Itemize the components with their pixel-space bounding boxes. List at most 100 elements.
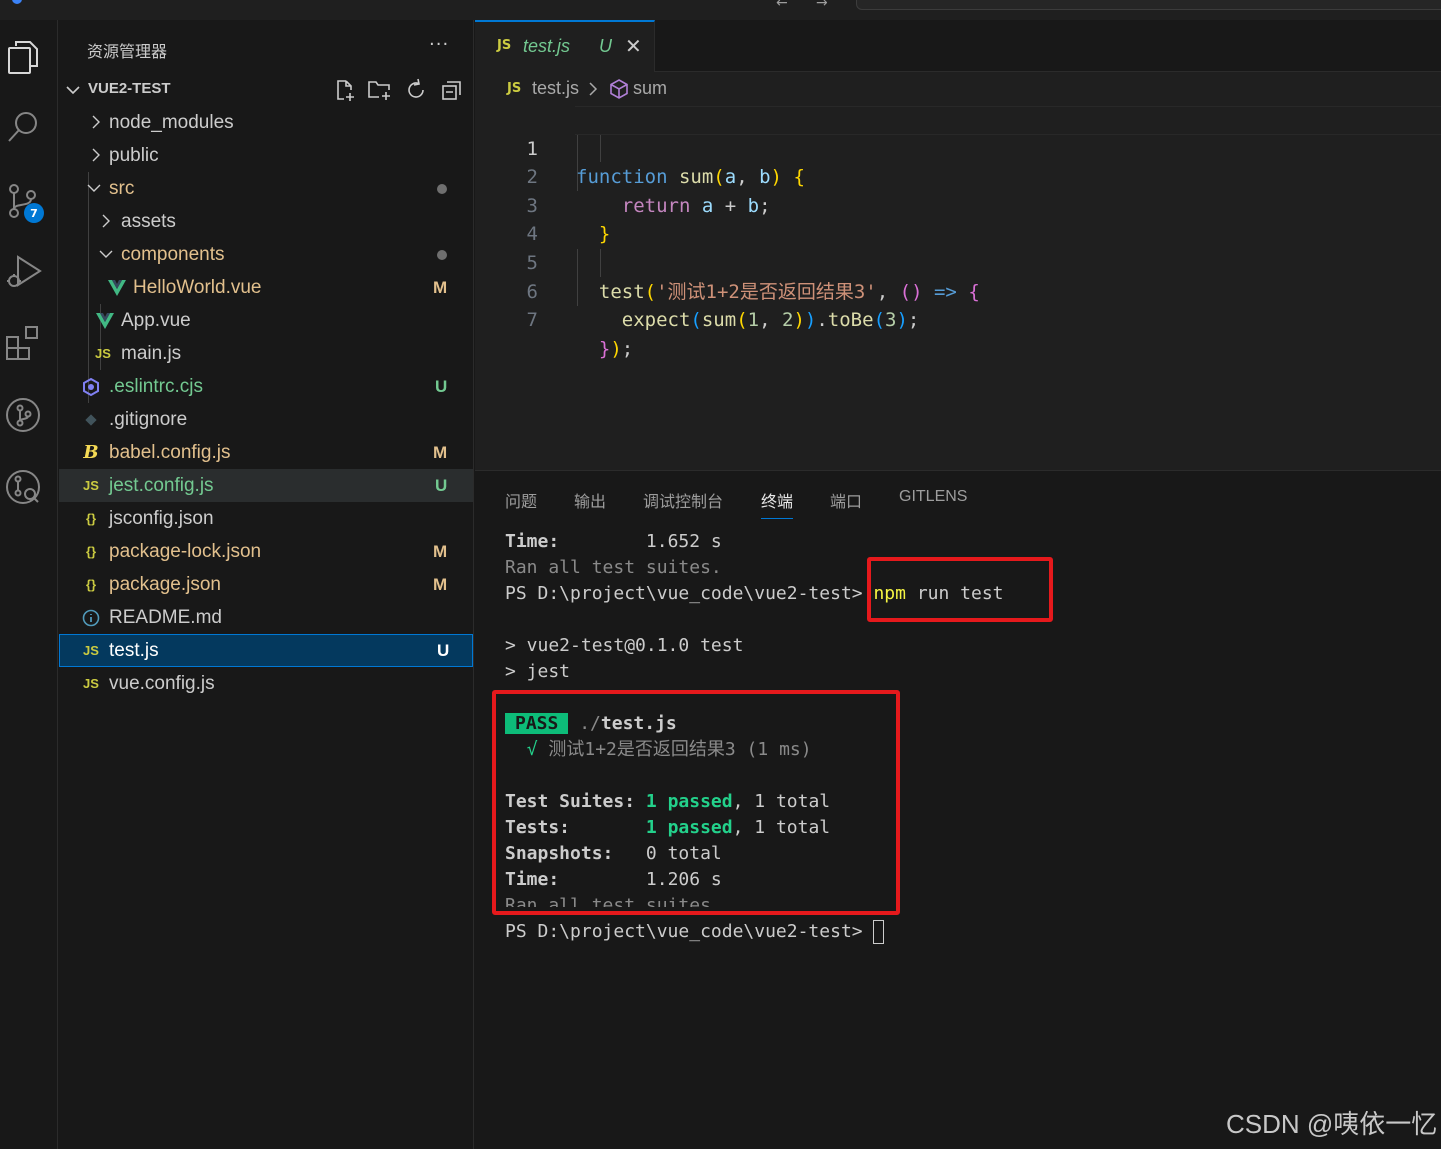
explorer-icon[interactable] — [0, 34, 46, 80]
scm-badge: 7 — [24, 203, 44, 223]
new-file-icon[interactable] — [332, 78, 358, 102]
json-file-icon: {} — [85, 577, 97, 592]
tree-item-jsconfig-json[interactable]: {} jsconfig.json — [59, 502, 473, 535]
tree-item-main-js[interactable]: JS main.js — [59, 337, 473, 370]
git-status-badge: U — [437, 641, 450, 660]
code-editor[interactable]: 1 function sum(a, b) { 2 return a + b; 3… — [475, 106, 1441, 360]
title-bar: ← → — [0, 0, 1441, 20]
tree-item-label: test.js — [109, 640, 159, 661]
line-number: 7 — [526, 309, 538, 332]
forward-arrow-icon[interactable]: → — [816, 0, 828, 11]
code-line: 6 expect(sum(1, 2)).toBe(3); — [475, 249, 1441, 332]
tree-item-label: src — [109, 178, 135, 199]
js-file-icon: JS — [507, 81, 522, 96]
terminal-line: > vue2-test@0.1.0 test — [505, 635, 744, 656]
vue-file-icon — [107, 271, 127, 304]
chevron-right-icon — [92, 148, 100, 162]
tree-item-test-js[interactable]: JS test.js U — [59, 634, 473, 667]
tab-output[interactable]: 输出 — [574, 488, 606, 512]
code-line: 7 }); — [475, 278, 1441, 360]
tree-item-label: components — [121, 244, 225, 265]
tree-item-app-vue[interactable]: App.vue — [59, 304, 473, 337]
tree-item-src[interactable]: src — [59, 172, 473, 205]
tab-gitlens[interactable]: GITLENS — [899, 488, 967, 506]
js-file-icon: JS — [497, 38, 512, 53]
close-icon[interactable]: ✕ — [625, 34, 642, 58]
run-debug-icon[interactable] — [0, 248, 46, 294]
back-arrow-icon[interactable]: ← — [776, 0, 788, 11]
more-actions-button[interactable]: ··· — [429, 34, 449, 55]
explorer-title: 资源管理器 — [87, 42, 168, 61]
workspace-name: VUE2-TEST — [88, 80, 171, 97]
tree-item-package-json[interactable]: {} package.json M — [59, 568, 473, 601]
chevron-down-icon — [66, 86, 80, 95]
workspace-header[interactable]: VUE2-TEST — [59, 76, 473, 104]
code-line: 4 — [475, 192, 1441, 245]
gitlens-inspect-icon[interactable] — [0, 464, 46, 510]
terminal-line: Ran all test suites. — [505, 557, 722, 578]
tab-terminal[interactable]: 终端 — [761, 488, 794, 519]
code-line: 2 return a + b; — [475, 135, 1441, 217]
tab-ports[interactable]: 端口 — [830, 488, 862, 512]
watermark: CSDN @咦依一忆 — [1226, 1109, 1438, 1139]
editor-tab-bar: JS test.js U ✕ — [475, 20, 1441, 72]
git-status-badge: M — [433, 542, 448, 561]
new-folder-icon[interactable] — [367, 78, 393, 102]
code-line: 3 } — [475, 163, 1441, 246]
git-file-icon — [81, 403, 101, 436]
function-symbol-icon — [610, 79, 628, 99]
time-label: Time: — [505, 531, 560, 552]
json-file-icon: {} — [85, 544, 97, 559]
tab-debug-console[interactable]: 调试控制台 — [643, 488, 723, 512]
eslint-file-icon — [81, 370, 101, 403]
tree-item-components[interactable]: components — [59, 238, 473, 271]
refresh-icon[interactable] — [403, 78, 429, 102]
tree-item-label: node_modules — [109, 112, 234, 133]
js-file-icon: JS — [83, 478, 99, 493]
tree-item-readme[interactable]: README.md — [59, 601, 473, 634]
tree-item-package-lock-json[interactable]: {} package-lock.json M — [59, 535, 473, 568]
chevron-right-icon — [92, 115, 100, 129]
terminal-line: Time: 1.652 s — [505, 529, 722, 555]
terminal-cursor — [873, 920, 885, 944]
tree-item-assets[interactable]: assets — [59, 205, 473, 238]
babel-file-icon: B — [83, 442, 99, 463]
git-status-badge: M — [433, 575, 448, 594]
tab-test-js[interactable]: JS test.js U ✕ — [475, 20, 655, 72]
tree-item-public[interactable]: public — [59, 139, 473, 172]
file-tree: node_modules public src assets component… — [59, 106, 473, 700]
tab-git-status: U — [599, 36, 612, 56]
tree-item-eslintrc[interactable]: .eslintrc.cjs U — [59, 370, 473, 403]
gitlens-icon[interactable] — [0, 392, 46, 438]
explorer-sidebar: 资源管理器 ··· VUE2-TEST node_modules public — [59, 20, 474, 1149]
tree-item-vue-config[interactable]: JS vue.config.js — [59, 667, 473, 700]
tree-item-gitignore[interactable]: .gitignore — [59, 403, 473, 436]
chevron-down-icon — [99, 250, 113, 258]
tree-item-label: vue.config.js — [109, 673, 215, 694]
breadcrumb: JS test.js sum — [475, 76, 1441, 104]
command-center-search[interactable] — [856, 0, 1441, 10]
chevron-right-icon — [589, 82, 598, 96]
search-icon[interactable] — [0, 104, 46, 150]
source-control-icon[interactable]: 7 — [0, 178, 46, 224]
breadcrumb-file[interactable]: test.js — [532, 78, 579, 99]
tree-item-babel-config[interactable]: B babel.config.js M — [59, 436, 473, 469]
tree-item-label: HelloWorld.vue — [133, 277, 262, 298]
activity-bar: 7 — [0, 20, 58, 1149]
tree-item-label: .gitignore — [109, 409, 188, 430]
js-file-icon: JS — [83, 643, 99, 658]
collapse-all-icon[interactable] — [439, 78, 465, 102]
tree-item-label: main.js — [121, 343, 182, 364]
tree-item-jest-config[interactable]: JS jest.config.js U — [59, 469, 473, 502]
tree-item-helloworld-vue[interactable]: HelloWorld.vue M — [59, 271, 473, 304]
tree-item-label: jest.config.js — [109, 475, 214, 496]
breadcrumb-symbol[interactable]: sum — [633, 78, 667, 99]
tab-problems[interactable]: 问题 — [505, 488, 537, 512]
extensions-icon[interactable] — [0, 320, 46, 366]
terminal-line: PS D:\project\vue_code\vue2-test> — [505, 919, 885, 945]
git-status-badge: M — [433, 443, 448, 462]
git-status-badge: U — [435, 377, 448, 396]
prompt: PS D:\project\vue_code\vue2-test> — [505, 583, 874, 604]
tree-item-node-modules[interactable]: node_modules — [59, 106, 473, 139]
tree-item-label: README.md — [109, 607, 222, 628]
